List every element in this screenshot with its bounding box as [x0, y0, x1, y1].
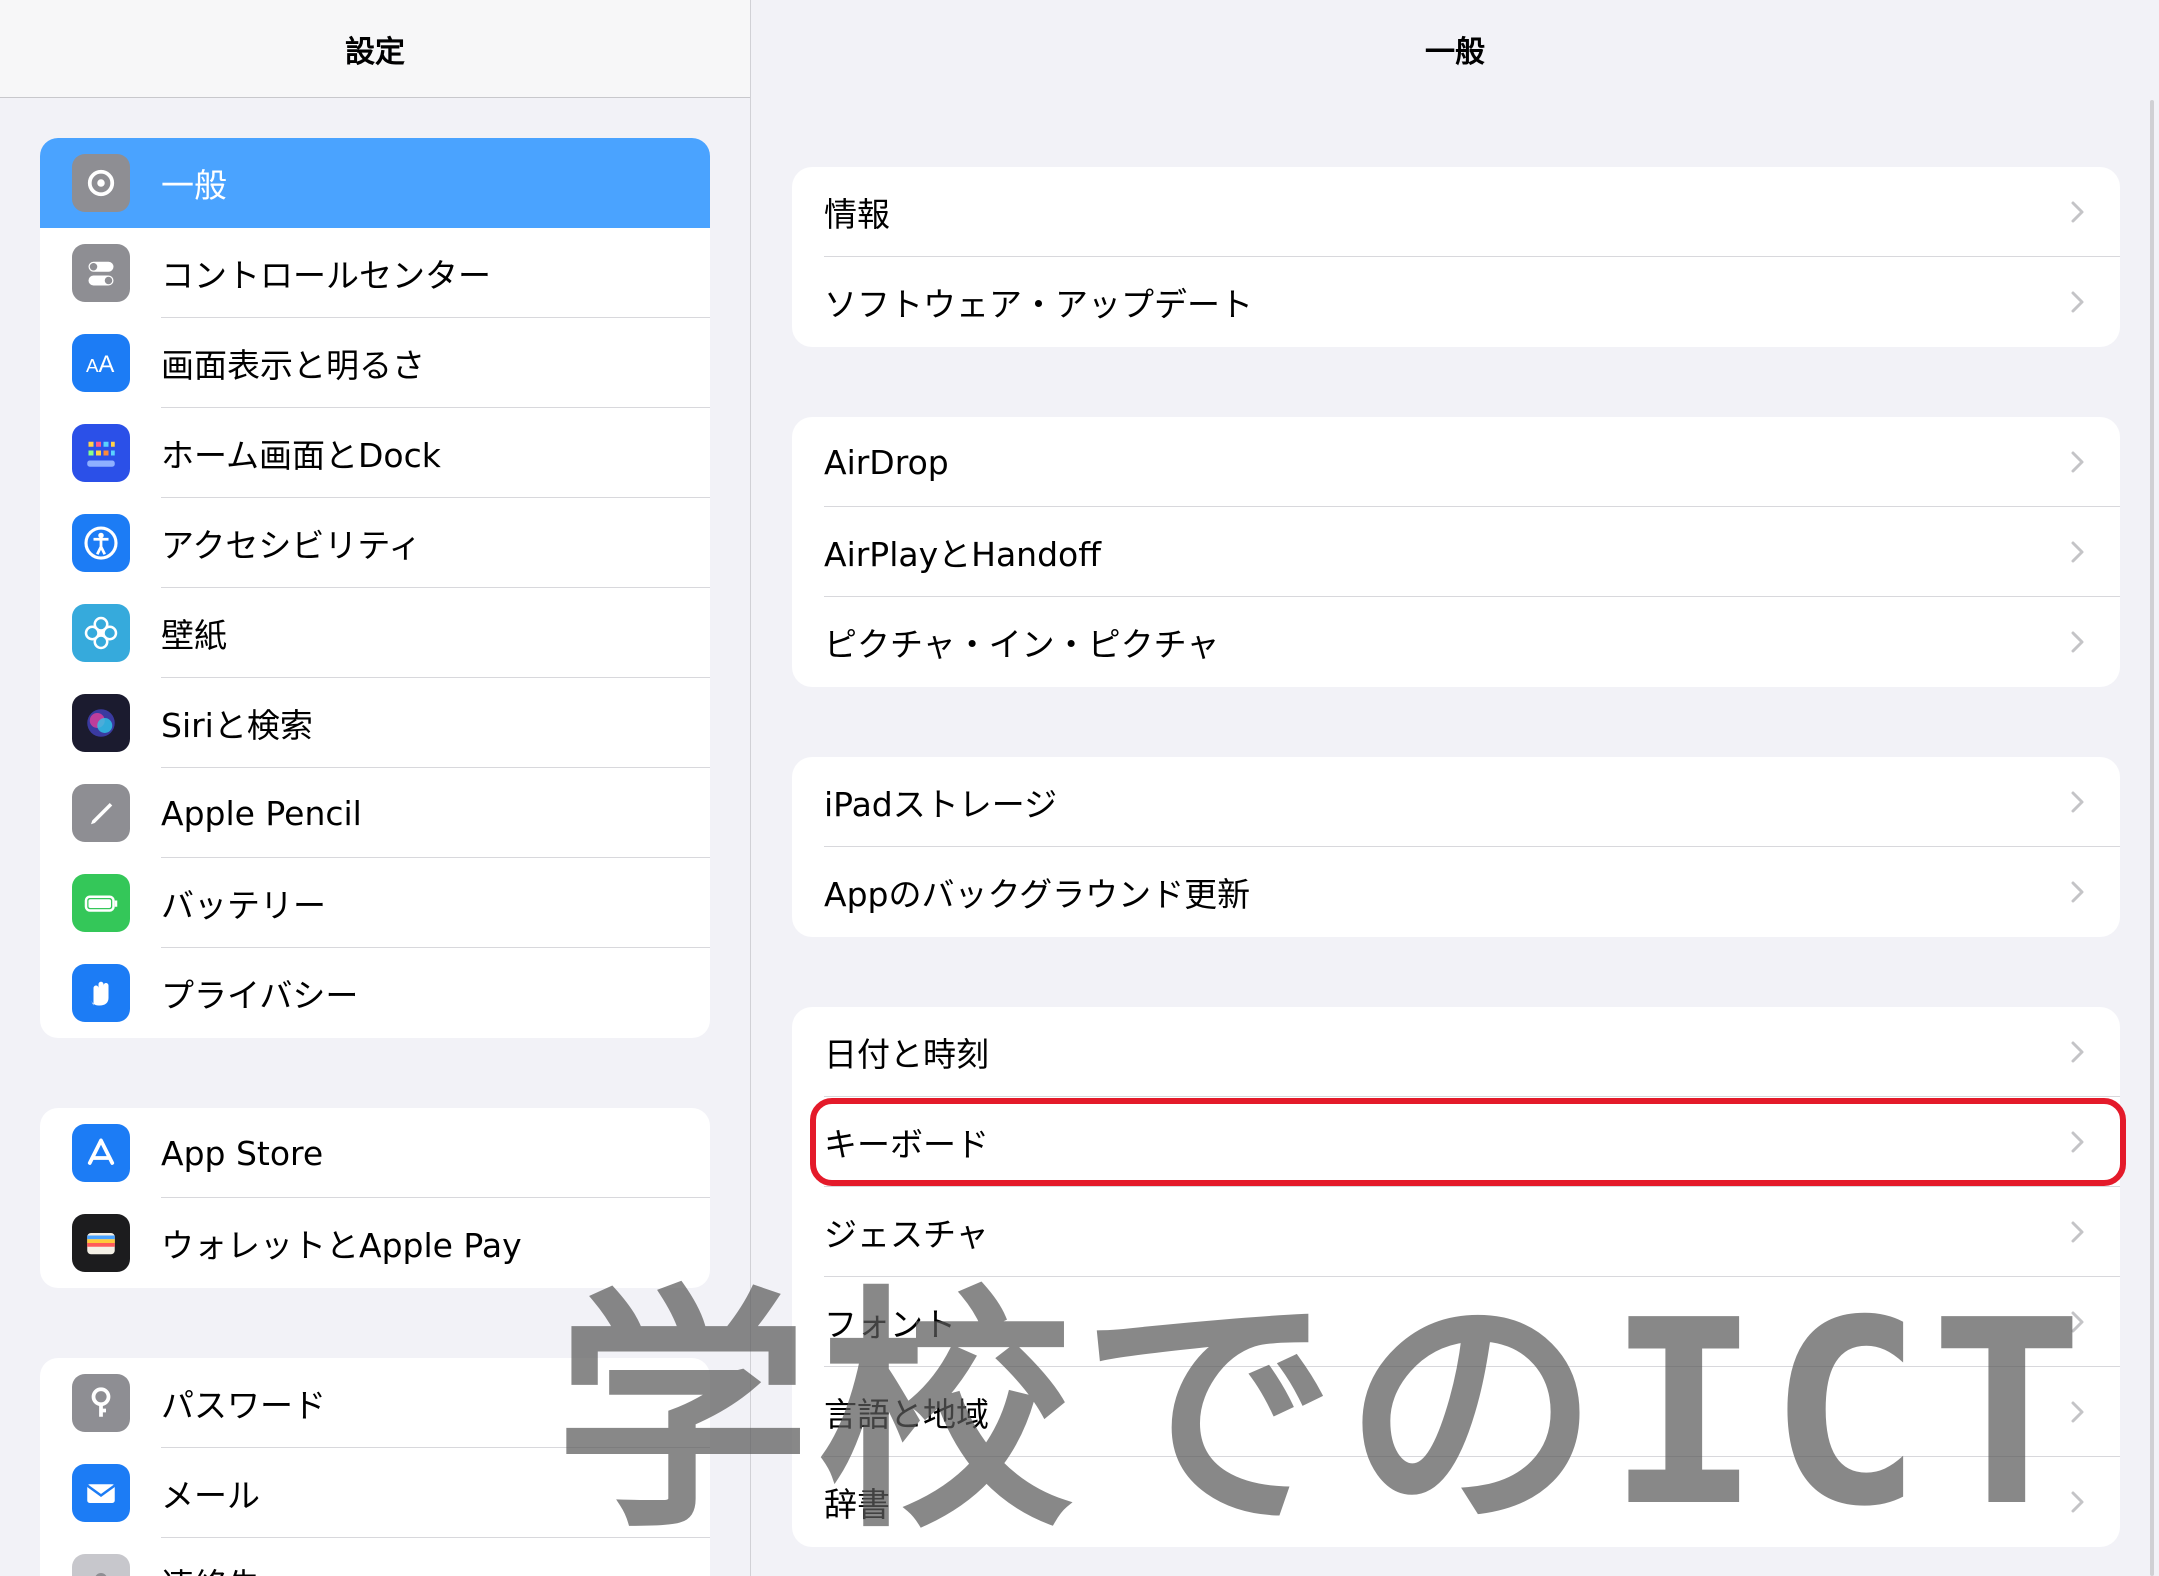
sidebar-item-label: 連絡先	[161, 1559, 260, 1576]
sidebar-item-label: アクセシビリティ	[161, 526, 422, 565]
sidebar-item-label: バッテリー	[161, 886, 326, 925]
settings-row-3-2[interactable]: ジェスチャ	[792, 1187, 2120, 1277]
sidebar-item-0-8[interactable]: バッテリー	[40, 858, 710, 948]
sidebar-item-label: 壁紙	[161, 616, 227, 655]
settings-row-label: iPadストレージ	[824, 785, 1058, 824]
sidebar-item-0-3[interactable]: ホーム画面とDock	[40, 408, 710, 498]
sidebar-item-1-0[interactable]: App Store	[40, 1108, 710, 1198]
sidebar-item-0-0[interactable]: 一般	[40, 138, 710, 228]
sidebar-item-0-5[interactable]: 壁紙	[40, 588, 710, 678]
keyboard-highlight-box	[810, 1098, 2126, 1186]
sidebar-item-label: メール	[161, 1476, 260, 1515]
text-size-icon: AA	[72, 334, 130, 392]
siri-icon	[72, 694, 130, 752]
sidebar-item-0-1[interactable]: コントロールセンター	[40, 228, 710, 318]
hand-icon	[72, 964, 130, 1022]
settings-row-1-0[interactable]: AirDrop	[792, 417, 2120, 507]
settings-group-storage: iPadストレージ Appのバックグラウンド更新	[792, 757, 2120, 937]
sidebar-item-label: 画面表示と明るさ	[161, 346, 425, 385]
chevron-right-icon	[2064, 199, 2090, 225]
settings-row-label: ピクチャ・イン・ピクチャ	[824, 625, 1220, 664]
settings-row-label: ソフトウェア・アップデート	[824, 285, 1253, 324]
home-grid-icon	[72, 424, 130, 482]
chevron-right-icon	[2064, 1039, 2090, 1065]
chevron-right-icon	[2064, 289, 2090, 315]
mail-icon	[72, 1464, 130, 1522]
battery-icon	[72, 874, 130, 932]
chevron-right-icon	[2064, 1489, 2090, 1515]
chevron-right-icon	[2064, 1399, 2090, 1425]
sidebar-item-1-1[interactable]: ウォレットとApple Pay	[40, 1198, 710, 1288]
sidebar-title: 設定	[0, 0, 750, 98]
settings-row-label: 辞書	[824, 1485, 890, 1524]
chevron-right-icon	[2064, 1309, 2090, 1335]
sidebar-item-0-9[interactable]: プライバシー	[40, 948, 710, 1038]
settings-row-label: ジェスチャ	[824, 1215, 989, 1254]
settings-row-0-0[interactable]: 情報	[792, 167, 2120, 257]
settings-row-3-5[interactable]: 辞書	[792, 1457, 2120, 1547]
sidebar-item-label: 一般	[161, 166, 227, 205]
sidebar-item-label: コントロールセンター	[161, 256, 491, 295]
sidebar-item-label: ホーム画面とDock	[161, 436, 441, 475]
key-icon	[72, 1374, 130, 1432]
chevron-right-icon	[2064, 539, 2090, 565]
sidebar-item-2-1[interactable]: メール	[40, 1448, 710, 1538]
settings-row-label: 情報	[824, 195, 890, 234]
sidebar-group-main: 一般コントロールセンター A A 画面表示と明るさ ホーム画面とDock アクセシビリティ…	[40, 138, 710, 1038]
settings-row-3-4[interactable]: 言語と地域	[792, 1367, 2120, 1457]
sidebar-group-accounts: パスワードメール連絡先	[40, 1358, 710, 1576]
sidebar-item-0-7[interactable]: Apple Pencil	[40, 768, 710, 858]
settings-row-label: フォント	[824, 1305, 956, 1344]
chevron-right-icon	[2064, 789, 2090, 815]
settings-group-info: 情報ソフトウェア・アップデート	[792, 167, 2120, 347]
sidebar-item-0-2[interactable]: A A 画面表示と明るさ	[40, 318, 710, 408]
sidebar-group-store: App Store ウォレットとApple Pay	[40, 1108, 710, 1288]
settings-row-label: AirDrop	[824, 442, 949, 482]
sidebar-item-label: パスワード	[161, 1386, 326, 1425]
settings-row-1-2[interactable]: ピクチャ・イン・ピクチャ	[792, 597, 2120, 687]
sidebar-item-label: App Store	[161, 1133, 324, 1173]
sidebar-item-0-4[interactable]: アクセシビリティ	[40, 498, 710, 588]
settings-row-label: 日付と時刻	[824, 1035, 989, 1074]
settings-row-2-0[interactable]: iPadストレージ	[792, 757, 2120, 847]
app-store-icon	[72, 1124, 130, 1182]
sidebar-item-label: プライバシー	[161, 976, 359, 1015]
sidebar-item-2-0[interactable]: パスワード	[40, 1358, 710, 1448]
toggles-icon	[72, 244, 130, 302]
sidebar-item-label: ウォレットとApple Pay	[161, 1226, 522, 1265]
chevron-right-icon	[2064, 449, 2090, 475]
chevron-right-icon	[2064, 1219, 2090, 1245]
settings-group-system: 日付と時刻 キーボード ジェスチャ フォント 言語と地域 辞書	[792, 1007, 2120, 1547]
main-panel: 一般 情報ソフトウェア・アップデート AirDrop AirPlayとHandof…	[751, 0, 2159, 1576]
contacts-icon	[72, 1554, 130, 1576]
settings-row-label: Appのバックグラウンド更新	[824, 875, 1251, 914]
settings-row-2-1[interactable]: Appのバックグラウンド更新	[792, 847, 2120, 937]
settings-row-1-1[interactable]: AirPlayとHandoff	[792, 507, 2120, 597]
scrollbar[interactable]	[2150, 100, 2154, 1576]
sidebar-item-0-6[interactable]: Siriと検索	[40, 678, 710, 768]
sidebar-item-2-2[interactable]: 連絡先	[40, 1538, 710, 1576]
sidebar-item-label: Siriと検索	[161, 706, 313, 745]
accessibility-icon	[72, 514, 130, 572]
chevron-right-icon	[2064, 629, 2090, 655]
settings-row-3-0[interactable]: 日付と時刻	[792, 1007, 2120, 1097]
svg-text:A: A	[86, 355, 99, 376]
page-title: 一般	[1425, 34, 1485, 70]
gear-icon	[72, 154, 130, 212]
wallet-icon	[72, 1214, 130, 1272]
sidebar-item-label: Apple Pencil	[161, 793, 362, 833]
svg-text:A: A	[99, 351, 115, 378]
pencil-icon	[72, 784, 130, 842]
settings-row-label: AirPlayとHandoff	[824, 535, 1101, 574]
chevron-right-icon	[2064, 879, 2090, 905]
settings-row-0-1[interactable]: ソフトウェア・アップデート	[792, 257, 2120, 347]
settings-row-3-3[interactable]: フォント	[792, 1277, 2120, 1367]
sidebar: 設定 一般コントロールセンター A A 画面表示と明るさ ホーム画面とDock アクセシビ…	[0, 0, 751, 1576]
settings-row-label: 言語と地域	[824, 1395, 989, 1434]
flower-icon	[72, 604, 130, 662]
settings-group-airdrop: AirDrop AirPlayとHandoff ピクチャ・イン・ピクチャ	[792, 417, 2120, 687]
